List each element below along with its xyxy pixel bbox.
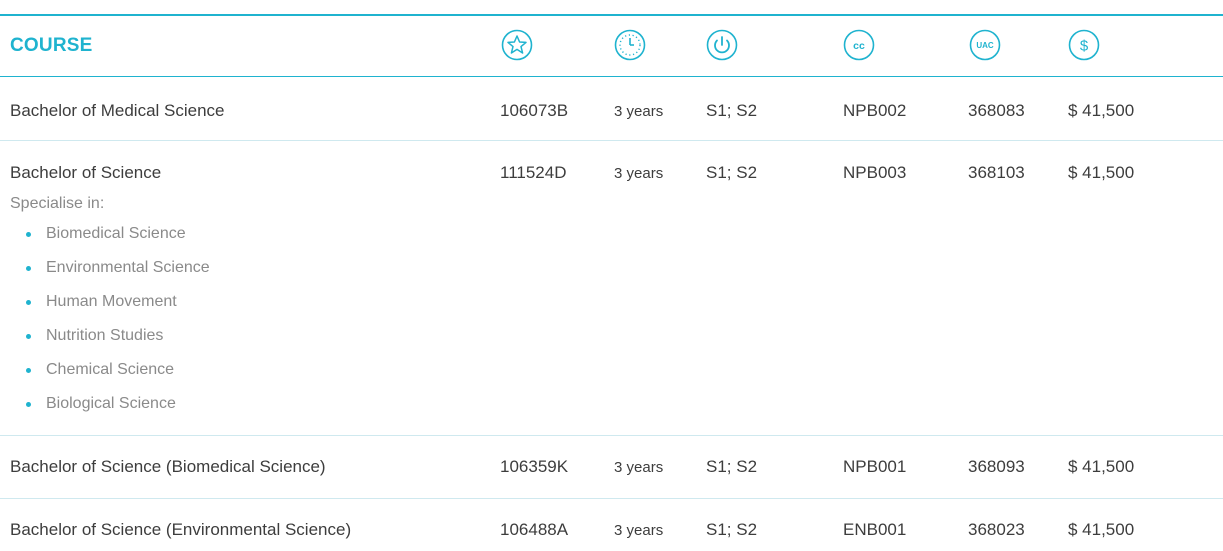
course-cc-code: NPB003 — [843, 163, 907, 182]
course-semesters: S1; S2 — [706, 520, 758, 539]
course-semesters: S1; S2 — [706, 101, 758, 120]
list-item: Biomedical Science — [22, 225, 210, 259]
uac-icon: UAC — [969, 29, 1001, 61]
star-icon — [501, 29, 533, 61]
specialisation-label: Biomedical Science — [46, 225, 186, 242]
course-code: 106359K — [500, 457, 569, 476]
bullet-icon — [26, 232, 31, 237]
course-semesters: S1; S2 — [706, 457, 758, 476]
list-item: Human Movement — [22, 293, 210, 327]
svg-text:cc: cc — [853, 40, 865, 52]
specialisation-list: Biomedical Science Environmental Science… — [22, 225, 210, 429]
bullet-icon — [26, 266, 31, 271]
power-icon — [706, 29, 738, 61]
course-column-header: COURSE — [10, 35, 93, 56]
course-fee: $ 41,500 — [1068, 457, 1135, 476]
course-fee: $ 41,500 — [1068, 520, 1135, 539]
table-header: COURSE cc UAC $ — [0, 16, 1223, 77]
specialisation-label: Nutrition Studies — [46, 327, 164, 344]
course-duration: 3 years — [614, 522, 664, 539]
course-title: Bachelor of Science (Biomedical Science) — [10, 457, 326, 476]
specialisation-label: Human Movement — [46, 293, 177, 310]
svg-text:$: $ — [1080, 38, 1089, 55]
specialisation-label: Environmental Science — [46, 259, 210, 276]
list-item: Biological Science — [22, 395, 210, 429]
list-item: Environmental Science — [22, 259, 210, 293]
bullet-icon — [26, 300, 31, 305]
course-uac-code: 368103 — [968, 163, 1025, 182]
course-fee: $ 41,500 — [1068, 101, 1135, 120]
svg-text:UAC: UAC — [976, 41, 994, 50]
clock-icon — [614, 29, 646, 61]
course-code: 106073B — [500, 101, 569, 120]
course-semesters: S1; S2 — [706, 163, 758, 182]
specialise-label: Specialise in: — [10, 195, 105, 212]
table-row: Bachelor of Science (Biomedical Science)… — [0, 436, 1223, 499]
table-row: Bachelor of Science 111524D 3 years S1; … — [0, 141, 1223, 436]
bullet-icon — [26, 368, 31, 373]
course-duration: 3 years — [614, 459, 664, 476]
bullet-icon — [26, 402, 31, 407]
course-uac-code: 368093 — [968, 457, 1025, 476]
bullet-icon — [26, 334, 31, 339]
course-uac-code: 368083 — [968, 101, 1025, 120]
course-cc-code: ENB001 — [843, 520, 907, 539]
course-code: 111524D — [500, 163, 567, 182]
specialisation-label: Chemical Science — [46, 361, 175, 378]
course-title: Bachelor of Science — [10, 163, 162, 182]
table-row: Bachelor of Medical Science 106073B 3 ye… — [0, 77, 1223, 141]
list-item: Chemical Science — [22, 361, 210, 395]
course-uac-code: 368023 — [968, 520, 1025, 539]
course-fee: $ 41,500 — [1068, 163, 1135, 182]
course-duration: 3 years — [614, 103, 664, 120]
table-row: Bachelor of Science (Environmental Scien… — [0, 499, 1223, 551]
course-title: Bachelor of Medical Science — [10, 101, 225, 120]
course-cc-code: NPB001 — [843, 457, 907, 476]
specialisation-label: Biological Science — [46, 395, 176, 412]
dollar-icon: $ — [1068, 29, 1100, 61]
cc-icon: cc — [843, 29, 875, 61]
course-code: 106488A — [500, 520, 569, 539]
course-title: Bachelor of Science (Environmental Scien… — [10, 520, 352, 539]
course-cc-code: NPB002 — [843, 101, 907, 120]
course-duration: 3 years — [614, 165, 664, 182]
list-item: Nutrition Studies — [22, 327, 210, 361]
